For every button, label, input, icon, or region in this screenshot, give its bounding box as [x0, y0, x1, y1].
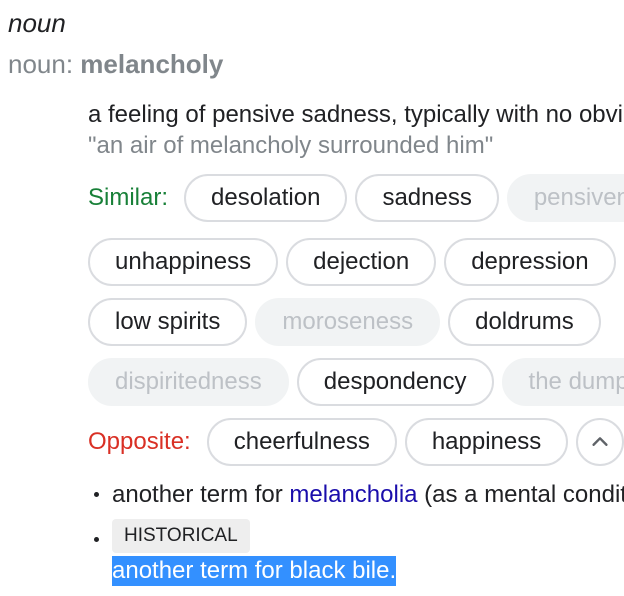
chevron-up-icon [592, 437, 608, 446]
synonym-chip[interactable]: unhappiness [88, 238, 279, 286]
opposite-row: Opposite: cheerfulness happiness [88, 418, 624, 466]
headword: melancholy [80, 49, 224, 79]
similar-row-2: unhappiness dejection depression [88, 238, 624, 286]
synonym-chip-disabled: moroseness [255, 298, 441, 346]
antonym-chip[interactable]: happiness [404, 418, 569, 466]
synonym-chip[interactable]: desolation [184, 174, 348, 222]
synonym-chip[interactable]: dejection [286, 238, 437, 286]
similar-label: Similar: [88, 184, 169, 211]
synonym-chip[interactable]: despondency [296, 358, 494, 406]
synonym-chip[interactable]: sadness [355, 174, 499, 222]
sense-list: another term for melancholia (as a menta… [88, 478, 624, 512]
synonym-chip-disabled: the dumps [501, 358, 624, 406]
synonym-chip-disabled: dispiritedness [88, 358, 289, 406]
sense-item: another term for melancholia (as a menta… [88, 478, 624, 512]
melancholia-link[interactable]: melancholia [289, 481, 417, 508]
selected-sense-text[interactable]: another term for black bile. [112, 556, 397, 586]
similar-row-3: low spirits moroseness doldrums [88, 298, 609, 346]
part-of-speech: noun [8, 8, 66, 38]
bullet-icon [94, 537, 99, 542]
bullet-icon [94, 492, 99, 497]
example-sentence: "an air of melancholy surrounded him" [88, 132, 494, 159]
show-more-button[interactable] [576, 418, 624, 466]
antonym-chip[interactable]: cheerfulness [206, 418, 397, 466]
headword-line: noun: melancholy [8, 47, 223, 81]
opposite-label: Opposite: [88, 428, 191, 455]
historical-badge: HISTORICAL [112, 519, 250, 553]
synonym-chip[interactable]: low spirits [88, 298, 248, 346]
similar-row-4: dispiritedness despondency the dumps [88, 358, 624, 406]
dictionary-entry: noun noun: melancholy a feeling of pensi… [0, 0, 624, 596]
headword-prefix: noun: [8, 49, 81, 79]
synonym-chip[interactable]: doldrums [448, 298, 601, 346]
sense-prefix: another term for [112, 481, 290, 508]
synonym-chip[interactable]: depression [444, 238, 616, 286]
sense-suffix: (as a mental condition). [424, 481, 624, 508]
similar-row-1: Similar: desolation sadness pensiveness [88, 174, 624, 222]
synonym-chip-disabled: pensiveness [506, 174, 624, 222]
definition-text: a feeling of pensive sadness, typically … [88, 101, 624, 128]
